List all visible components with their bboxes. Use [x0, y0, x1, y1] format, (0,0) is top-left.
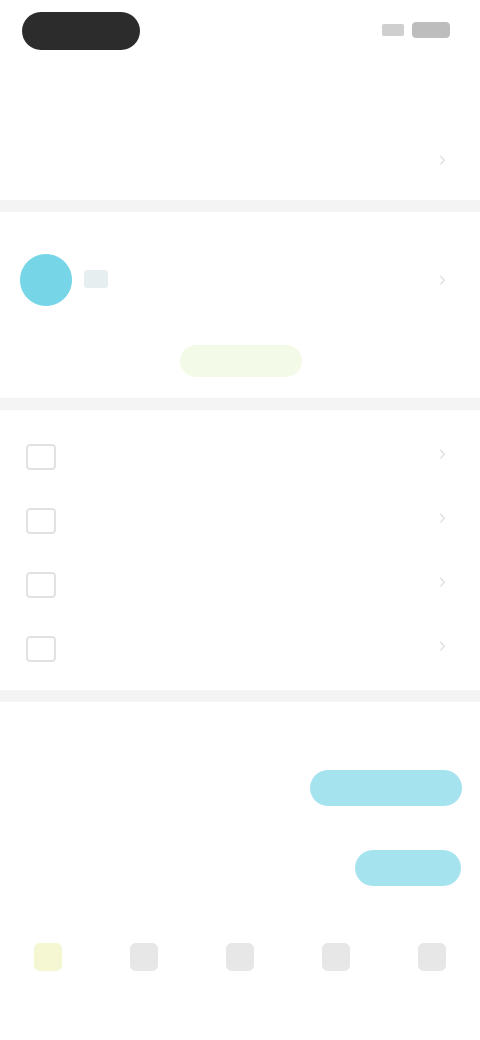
divider: [0, 200, 480, 212]
chart-icon: [130, 943, 158, 971]
user-icon: [418, 943, 446, 971]
divider: [0, 690, 480, 702]
add-member-button[interactable]: [180, 345, 302, 377]
divider: [0, 398, 480, 410]
toggle-button[interactable]: [355, 850, 461, 886]
tab-bar: [0, 935, 480, 995]
settings-icon: [26, 572, 56, 598]
chevron-right-icon: ›: [438, 504, 446, 529]
message-icon: [26, 636, 56, 662]
chevron-right-icon[interactable]: ›: [439, 266, 446, 292]
menu-item-4[interactable]: ›: [0, 620, 480, 676]
status-icons: [382, 22, 450, 38]
chevron-right-icon: ›: [438, 146, 446, 171]
status-bar: [0, 0, 480, 64]
device-icon: [226, 943, 254, 971]
calendar-icon: [26, 444, 56, 470]
chevron-right-icon: ›: [438, 440, 446, 465]
dynamic-island: [22, 12, 140, 50]
device-row[interactable]: ›: [0, 140, 480, 190]
home-icon: [34, 943, 62, 971]
tab-alerts[interactable]: [306, 935, 366, 975]
mode-segment-1[interactable]: [40, 770, 150, 806]
battery-icon: [412, 22, 450, 38]
menu-item-2[interactable]: ›: [0, 492, 480, 548]
tab-home[interactable]: [18, 935, 78, 975]
avatar[interactable]: [20, 254, 72, 306]
member-name: [84, 270, 108, 288]
mode-segment-2[interactable]: [180, 770, 290, 806]
chevron-right-icon: ›: [438, 568, 446, 593]
tab-stats[interactable]: [114, 935, 174, 975]
chevron-right-icon: ›: [438, 632, 446, 657]
signal-icon: [382, 24, 404, 36]
checklist-icon: [26, 508, 56, 534]
tab-device[interactable]: [210, 935, 270, 975]
mode-segment-3[interactable]: [310, 770, 462, 806]
menu-item-3[interactable]: ›: [0, 556, 480, 612]
tab-profile[interactable]: [402, 935, 462, 975]
menu-item-1[interactable]: ›: [0, 428, 480, 484]
bell-icon: [322, 943, 350, 971]
